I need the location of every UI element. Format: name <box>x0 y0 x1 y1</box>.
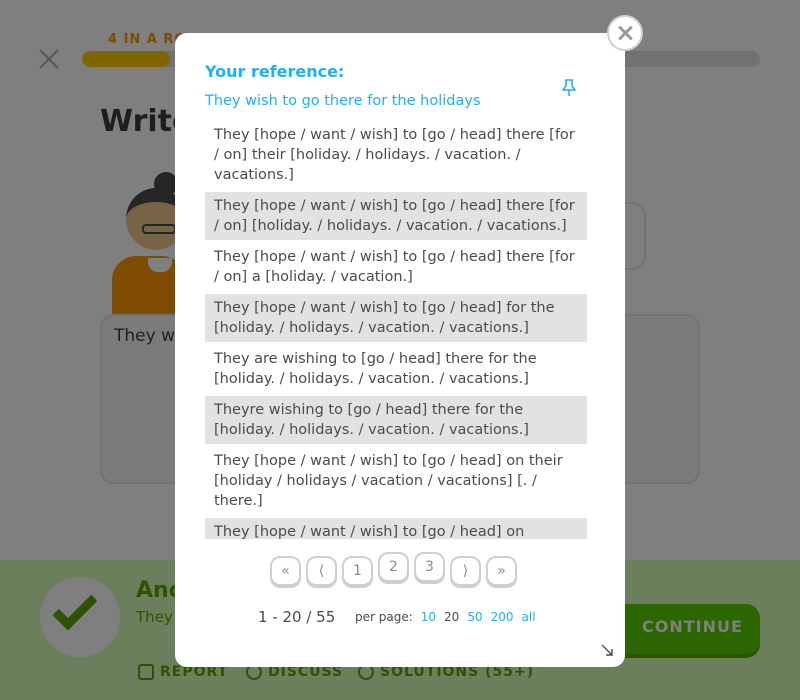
per-page-option-10[interactable]: 10 <box>421 610 436 624</box>
first-page-button[interactable]: « <box>270 556 301 586</box>
page-button-2[interactable]: 2 <box>378 552 409 582</box>
solutions-list[interactable]: They [hope / want / wish] to [go / head]… <box>205 121 587 539</box>
list-item: They are wishing to [go / head] there fo… <box>214 351 537 387</box>
pin-icon[interactable] <box>561 79 577 97</box>
last-page-button[interactable]: » <box>486 556 517 586</box>
list-item: They [hope / want / wish] to [go / head]… <box>214 249 575 285</box>
per-page-option-200[interactable]: 200 <box>491 610 514 624</box>
modal-close-button[interactable] <box>607 15 643 51</box>
per-page-option-50[interactable]: 50 <box>467 610 482 624</box>
list-item: They [hope / want / wish] to [go / head]… <box>205 192 587 240</box>
list-item: Theyre wishing to [go / head] there for … <box>205 396 587 444</box>
result-range: 1 - 20 / 55 <box>258 608 336 626</box>
pagination: « ⟨ 1 2 3 ⟩ » <box>270 552 517 586</box>
next-page-button[interactable]: ⟩ <box>450 556 481 586</box>
list-item: They [hope / want / wish] to [go / head]… <box>205 518 587 539</box>
per-page-label: per page: <box>355 610 413 624</box>
prev-page-button[interactable]: ⟨ <box>306 556 337 586</box>
list-item: They [hope / want / wish] to [go / head]… <box>214 127 575 183</box>
resize-icon[interactable] <box>600 643 614 657</box>
reference-modal: Your reference: They wish to go there fo… <box>175 33 625 667</box>
per-page-option-20[interactable]: 20 <box>444 610 459 624</box>
reference-heading: Your reference: <box>205 62 345 81</box>
list-item: They [hope / want / wish] to [go / head]… <box>205 294 587 342</box>
page-button-3[interactable]: 3 <box>414 552 445 582</box>
per-page-option-all[interactable]: all <box>522 610 536 624</box>
per-page-selector: per page: 10 20 50 200 all <box>355 610 536 624</box>
reference-sentence: They wish to go there for the holidays <box>205 93 481 109</box>
page-button-1[interactable]: 1 <box>342 556 373 586</box>
list-item: They [hope / want / wish] to [go / head]… <box>214 453 563 509</box>
